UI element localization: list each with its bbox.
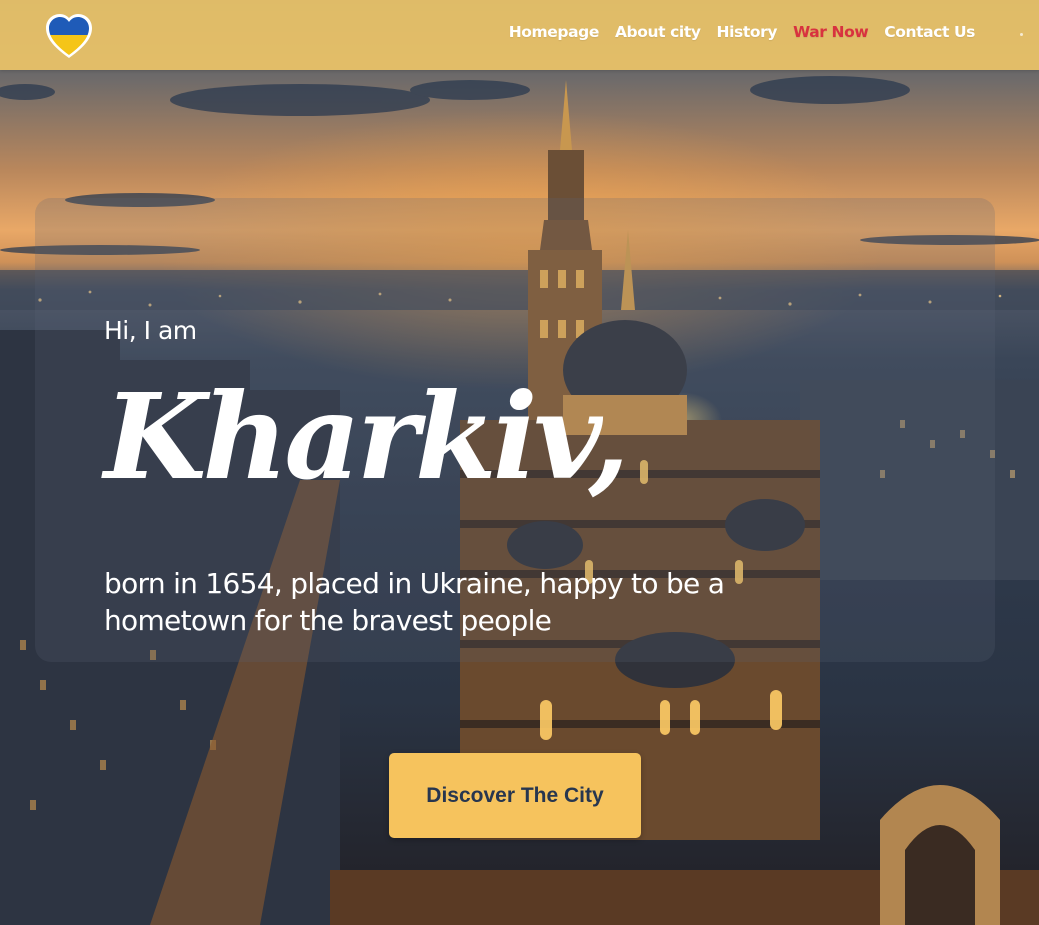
site-header: Homepage About city History War Now Cont… (0, 0, 1039, 70)
nav-about-city-link[interactable]: About city (615, 23, 701, 41)
main-nav: Homepage About city History War Now Cont… (509, 23, 976, 41)
nav-history-link[interactable]: History (717, 23, 778, 41)
discover-the-city-button[interactable]: Discover The City (389, 753, 641, 838)
nav-war-now-link[interactable]: War Now (793, 23, 869, 41)
nav-homepage-link[interactable]: Homepage (509, 23, 600, 41)
hero-city-name: Kharkiv, (104, 367, 630, 506)
ukraine-heart-icon[interactable] (44, 11, 94, 61)
header-dot (1020, 33, 1023, 36)
hero-tagline: born in 1654, placed in Ukraine, happy t… (104, 567, 725, 637)
hero-greeting: Hi, I am (104, 316, 197, 345)
page: Homepage About city History War Now Cont… (0, 0, 1039, 925)
nav-contact-us-link[interactable]: Contact Us (884, 23, 975, 41)
